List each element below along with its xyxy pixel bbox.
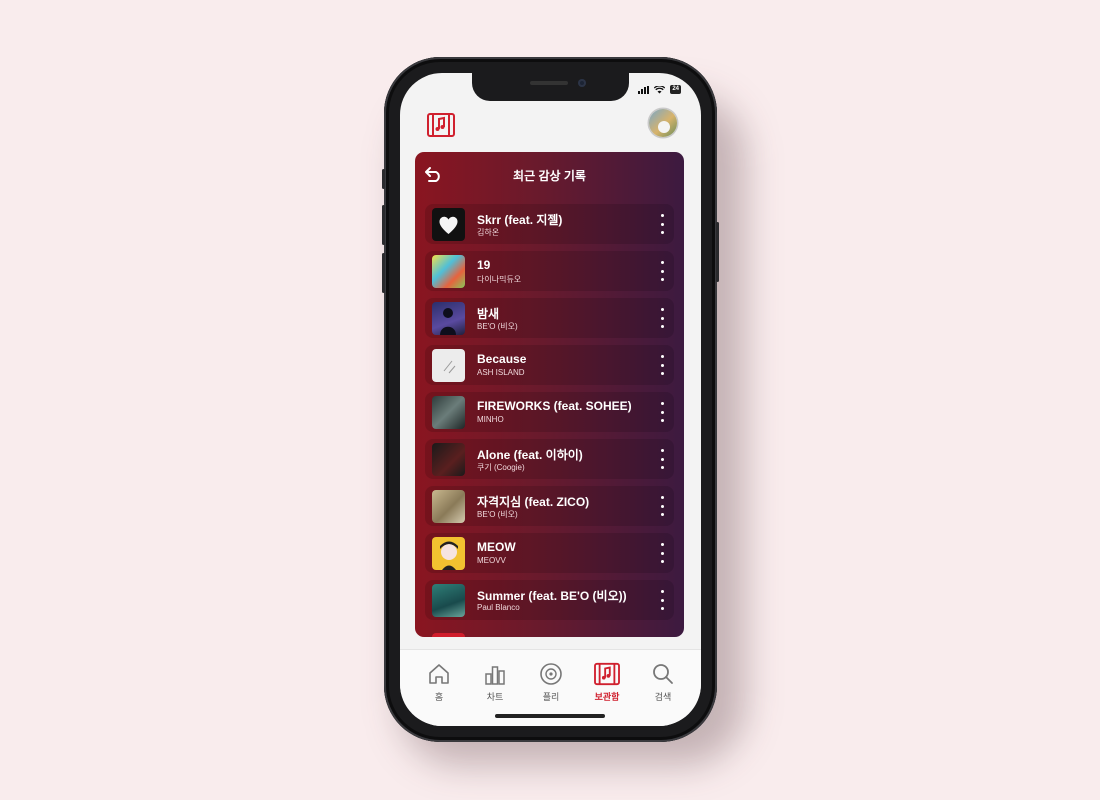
more-vertical-icon[interactable] [657,449,667,469]
more-vertical-icon[interactable] [657,214,667,234]
track-row[interactable]: Skrr (feat. 지젤) 김하온 [425,204,674,244]
nav-label: 플리 [542,692,560,702]
track-row[interactable]: Summer (feat. BE'O (비오)) Paul Blanco [425,580,674,620]
recent-history-card: 최근 감상 기록 Skrr (feat. 지젤) 김하온 19 다이나믹듀오 밤… [415,152,684,637]
nav-item-chart[interactable]: 차트 [470,662,520,703]
track-artist: BE'O (비오) [477,510,518,519]
card-title: 최근 감상 기록 [513,169,586,183]
chart-icon [485,666,505,685]
track-title: 밤새 [477,307,500,321]
status-bar: 24 [638,85,681,94]
more-vertical-icon[interactable] [657,496,667,516]
track-artist: Paul Blanco [477,603,520,612]
phone-screen: 24 최근 감상 기록 Skrr (feat. 지젤) 김하온 19 다이나믹듀… [400,73,701,726]
track-artist: 다이나믹듀오 [477,275,522,284]
track-title: Summer (feat. BE'O (비오)) [477,589,627,603]
track-artist: ASH ISLAND [477,368,525,377]
track-row[interactable]: FIREWORKS (feat. SOHEE) MINHO [425,392,674,432]
track-row[interactable]: 밤새 BE'O (비오) [425,298,674,338]
track-title: FIREWORKS (feat. SOHEE) [477,399,632,413]
music-library-icon[interactable] [427,111,455,139]
home-icon [429,664,449,684]
album-cover [432,584,465,617]
track-artist: 김하온 [477,228,500,237]
signal-icon [638,85,650,94]
disc-icon [540,663,562,685]
album-cover [432,349,465,382]
nav-label: 차트 [486,692,504,702]
track-title: 19 [477,258,491,272]
track-title: MEOW [477,540,516,554]
nav-label: 홈 [434,692,444,702]
track-title: Alone (feat. 이하이) [477,448,583,462]
avatar-character [658,121,670,133]
album-cover [432,255,465,288]
track-row[interactable]: Because ASH ISLAND [425,345,674,385]
nav-item-library[interactable]: 보관함 [582,662,632,703]
card-header: 최근 감상 기록 [415,152,684,196]
album-cover [432,396,465,429]
music-library-icon [594,662,620,686]
volume-up-button [382,205,385,245]
track-row[interactable]: 자격지심 (feat. ZICO) BE'O (비오) [425,486,674,526]
volume-down-button [382,253,385,293]
more-vertical-icon[interactable] [657,402,667,422]
nav-item-home[interactable]: 홈 [414,662,464,703]
album-cover [432,537,465,570]
front-camera [578,79,586,87]
wifi-icon [654,85,666,93]
next-album-cover-peek [432,633,465,637]
more-vertical-icon[interactable] [657,308,667,328]
track-artist: MINHO [477,415,504,424]
more-vertical-icon[interactable] [657,543,667,563]
track-title: Skrr (feat. 지젤) [477,213,563,227]
nav-label: 검색 [654,692,672,702]
notch [472,73,629,101]
track-artist: BE'O (비오) [477,322,518,331]
power-button [716,222,719,282]
battery-indicator: 24 [670,85,681,94]
phone-frame: 24 최근 감상 기록 Skrr (feat. 지젤) 김하온 19 다이나믹듀… [382,57,719,742]
nav-item-search[interactable]: 검색 [638,662,688,703]
track-artist: MEOVV [477,556,506,565]
avatar[interactable] [649,109,677,137]
more-vertical-icon[interactable] [657,590,667,610]
home-indicator [495,714,605,718]
earpiece-speaker [530,81,568,85]
album-cover [432,490,465,523]
album-cover [432,302,465,335]
track-row[interactable]: Alone (feat. 이하이) 쿠기 (Coogie) [425,439,674,479]
album-cover [432,443,465,476]
nav-label: 보관함 [594,692,620,702]
track-title: Because [477,352,527,366]
search-icon [653,664,673,684]
more-vertical-icon[interactable] [657,261,667,281]
album-cover [432,208,465,241]
track-title: 자격지심 (feat. ZICO) [477,495,590,509]
nav-item-playlist[interactable]: 플리 [526,662,576,703]
track-artist: 쿠기 (Coogie) [477,463,525,472]
track-row[interactable]: MEOW MEOVV [425,533,674,573]
mute-switch [382,169,385,189]
track-row[interactable]: 19 다이나믹듀오 [425,251,674,291]
more-vertical-icon[interactable] [657,355,667,375]
